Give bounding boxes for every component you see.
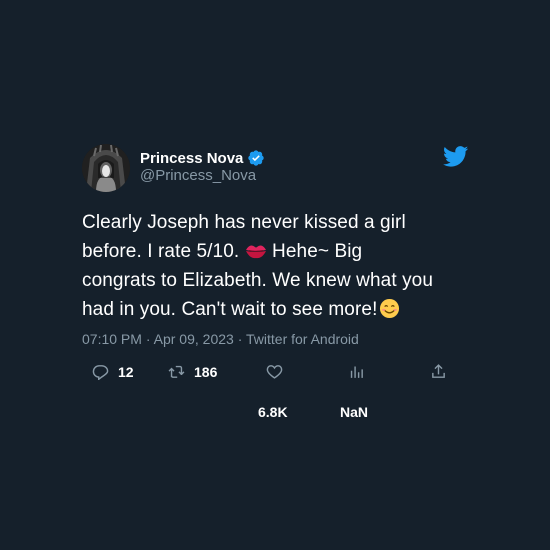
share-button[interactable] [430,363,447,380]
views-icon [350,366,363,378]
tweet-text-segment: before. I rate 5/10. [82,241,240,262]
tweet-text-line: congrats to Elizabeth. We knew what you [82,270,434,291]
tweet-source[interactable]: Twitter for Android [246,331,359,347]
tweet-text-line: before. I rate 5/10. Hehe~ Big [82,237,477,266]
meta-separator: · [145,331,151,347]
retweet-count: 186 [194,363,218,380]
user-handle[interactable]: @Princess_Nova [140,167,256,184]
meta-separator: · [237,331,243,347]
tweet-text-segment: had in you. Can't wait to see more! [82,299,378,320]
smiling-face-emoji-icon [379,298,400,319]
action-bar: 12 186 6.8K NaN [82,358,470,428]
share-icon [432,364,445,378]
tweet-text-line: had in you. Can't wait to see more! [82,295,477,324]
like-count: 6.8K [258,404,288,420]
twitter-bird-icon[interactable] [442,146,469,167]
tweet-date[interactable]: Apr 09, 2023 [154,331,234,347]
views-button[interactable] [348,363,365,380]
views-count: NaN [340,404,369,420]
reply-button[interactable]: 12 [92,363,134,380]
retweet-button[interactable]: 186 [168,363,217,380]
tweet-text-line: Clearly Joseph has never kissed a girl [82,212,406,233]
avatar[interactable] [82,144,130,192]
display-name[interactable]: Princess Nova [140,150,243,167]
reply-count: 12 [118,363,134,380]
kiss-mark-emoji-icon [245,240,267,259]
tweet-meta: 07:10 PM · Apr 09, 2023 · Twitter for An… [82,331,359,347]
verified-badge-icon [247,149,265,167]
tweet-time[interactable]: 07:10 PM [82,331,142,347]
tweet-text: Clearly Joseph has never kissed a girl b… [82,208,477,324]
like-button[interactable] [266,363,283,380]
like-icon [266,365,283,379]
avatar-image [82,144,130,192]
user-name-row: Princess Nova [140,147,265,169]
reply-icon [92,365,109,380]
tweet-text-segment: Hehe~ Big [272,241,363,262]
retweet-icon [168,365,185,378]
